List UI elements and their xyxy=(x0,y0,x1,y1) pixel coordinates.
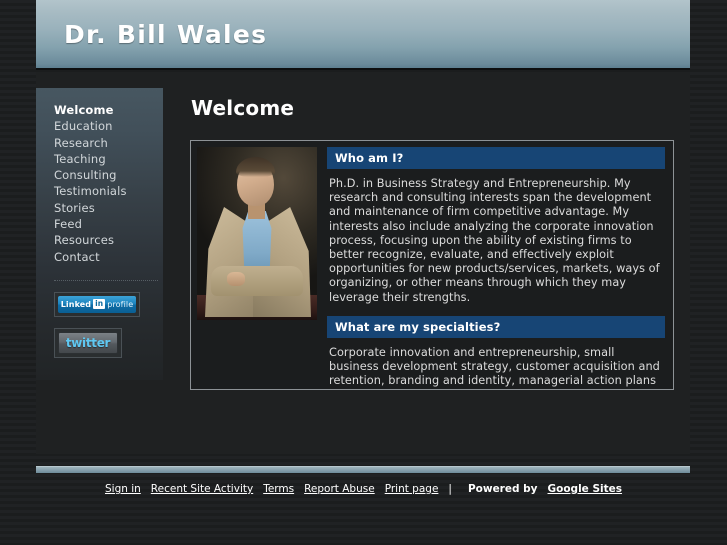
section-heading-who-am-i: Who am I? xyxy=(327,147,665,169)
linkedin-profile-label: profile xyxy=(107,299,134,309)
portrait-cell xyxy=(191,141,318,320)
sidebar-item-research[interactable]: Research xyxy=(36,135,163,151)
footer-link-sign-in[interactable]: Sign in xyxy=(105,483,141,495)
section-heading-specialties: What are my specialties? xyxy=(327,315,665,338)
sidebar-item-resources[interactable]: Resources xyxy=(36,232,163,248)
section-body-who-am-i: Ph.D. in Business Strategy and Entrepren… xyxy=(329,177,660,304)
main-content-column: Welcome Who am I? Ph.D. in Business Stra… xyxy=(183,88,690,390)
linkedin-profile-badge[interactable]: Linked in profile xyxy=(58,295,136,313)
footer-separator: | xyxy=(448,483,452,495)
twitter-badge[interactable]: twitter xyxy=(58,331,118,354)
sidebar-item-contact[interactable]: Contact xyxy=(36,249,163,265)
site-title: Dr. Bill Wales xyxy=(64,19,268,49)
footer-separator-rule xyxy=(36,466,690,473)
sidebar-item-education[interactable]: Education xyxy=(36,118,163,134)
crossed-arms-shape xyxy=(211,266,303,296)
linkedin-badge-frame[interactable]: Linked in profile xyxy=(54,291,140,317)
twitter-badge-frame[interactable]: twitter xyxy=(54,327,122,358)
sidebar-nav-list: Welcome Education Research Teaching Consulti… xyxy=(36,102,163,265)
sidebar-divider xyxy=(54,279,158,281)
sidebar-item-testimonials[interactable]: Testimonials xyxy=(36,183,163,199)
sidebar-item-welcome[interactable]: Welcome xyxy=(36,102,163,118)
site-footer: Sign in Recent Site Activity Terms Repor… xyxy=(0,477,727,501)
sidebar-item-teaching[interactable]: Teaching xyxy=(36,151,163,167)
section-body-specialties: Corporate innovation and entrepreneurshi… xyxy=(329,345,660,388)
site-header-banner: Dr. Bill Wales xyxy=(36,0,690,70)
footer-link-report-abuse[interactable]: Report Abuse xyxy=(304,483,375,495)
powered-by-label: Powered by xyxy=(467,483,538,495)
portrait-photo xyxy=(197,147,317,320)
hand-shape xyxy=(227,272,245,286)
google-sites-link[interactable]: Google Sites xyxy=(548,483,623,495)
linkedin-in-icon: in xyxy=(93,299,106,310)
linkedin-wordmark: Linked xyxy=(60,299,92,309)
sidebar-item-consulting[interactable]: Consulting xyxy=(36,167,163,183)
sidebar-item-stories[interactable]: Stories xyxy=(36,200,163,216)
sidebar-navigation: Welcome Education Research Teaching Consulti… xyxy=(36,88,163,380)
text-cell: Who am I? Ph.D. in Business Strategy and… xyxy=(318,141,673,388)
footer-link-recent-site-activity[interactable]: Recent Site Activity xyxy=(151,483,253,495)
sidebar-item-feed[interactable]: Feed xyxy=(36,216,163,232)
footer-link-terms[interactable]: Terms xyxy=(263,483,294,495)
hair-shape xyxy=(236,157,275,177)
page-title: Welcome xyxy=(191,96,295,120)
content-card: Who am I? Ph.D. in Business Strategy and… xyxy=(190,140,674,390)
footer-link-print-page[interactable]: Print page xyxy=(385,483,439,495)
